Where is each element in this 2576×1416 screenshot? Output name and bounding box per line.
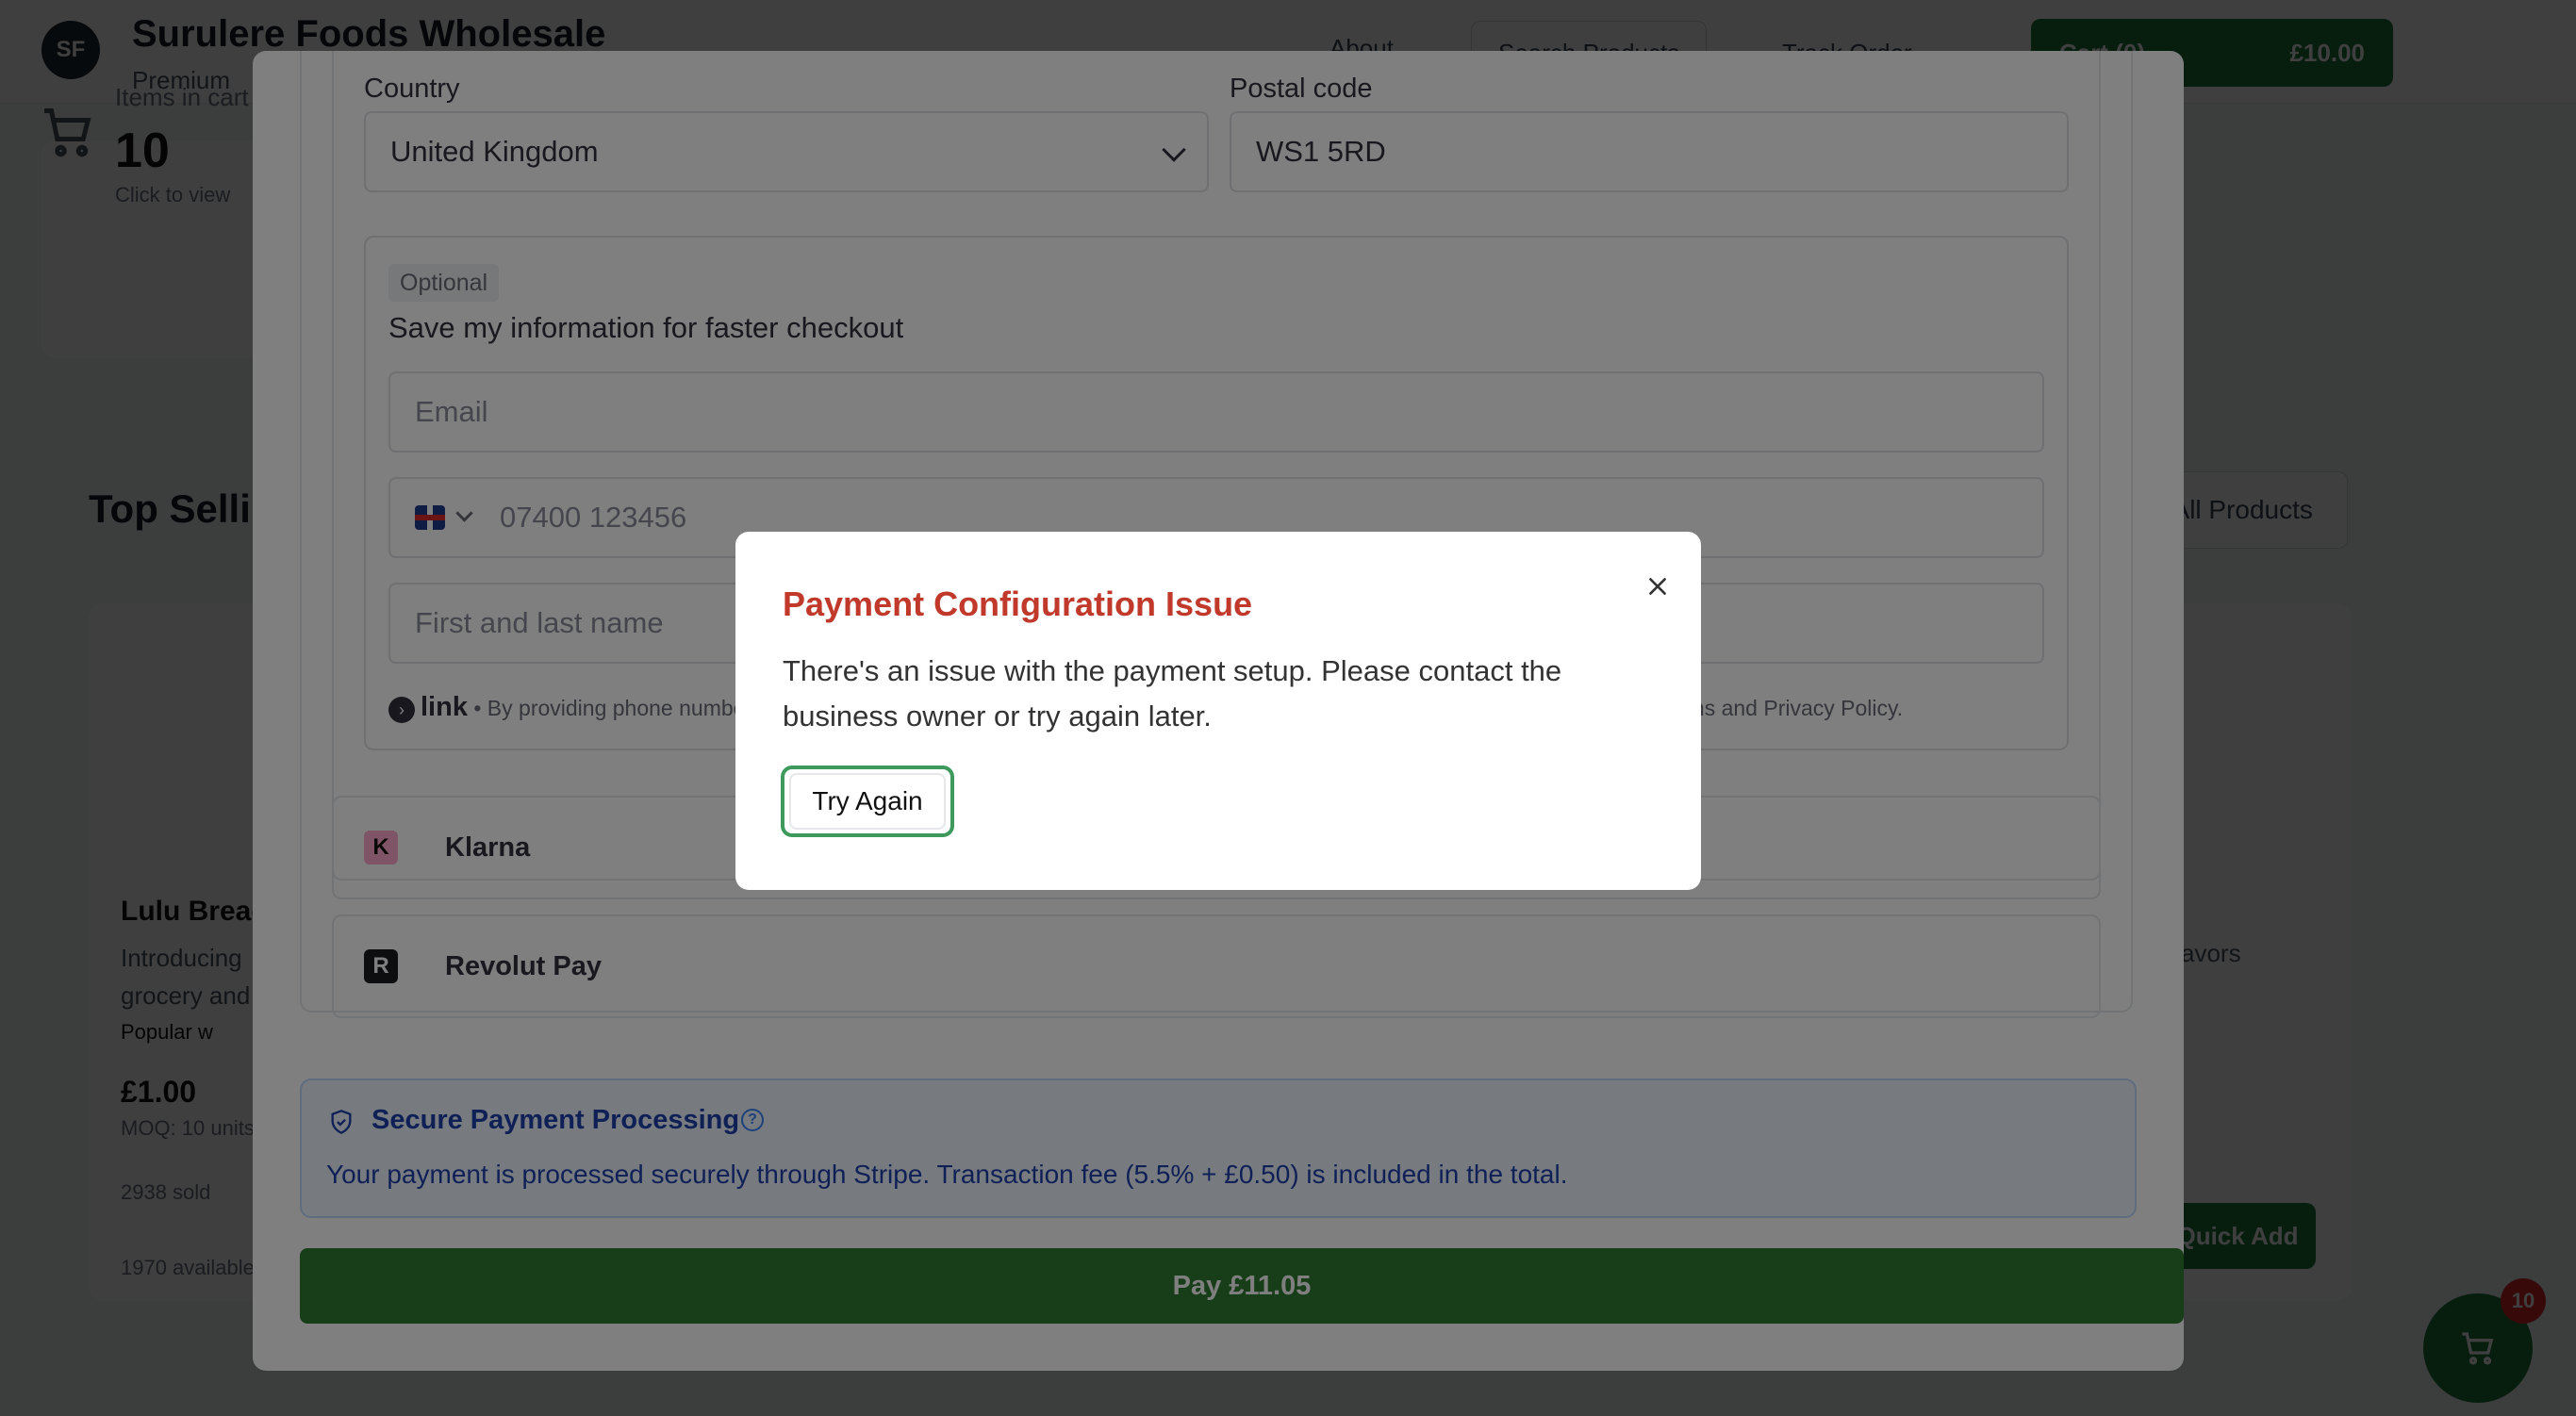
close-icon[interactable] — [1637, 566, 1678, 607]
payment-error-dialog: Payment Configuration Issue There's an i… — [735, 532, 1701, 890]
dialog-message: There's an issue with the payment setup.… — [783, 654, 1562, 733]
try-again-button[interactable]: Try Again — [781, 766, 954, 837]
dialog-title: Payment Configuration Issue — [783, 585, 1253, 623]
try-again-label: Try Again — [789, 773, 946, 830]
